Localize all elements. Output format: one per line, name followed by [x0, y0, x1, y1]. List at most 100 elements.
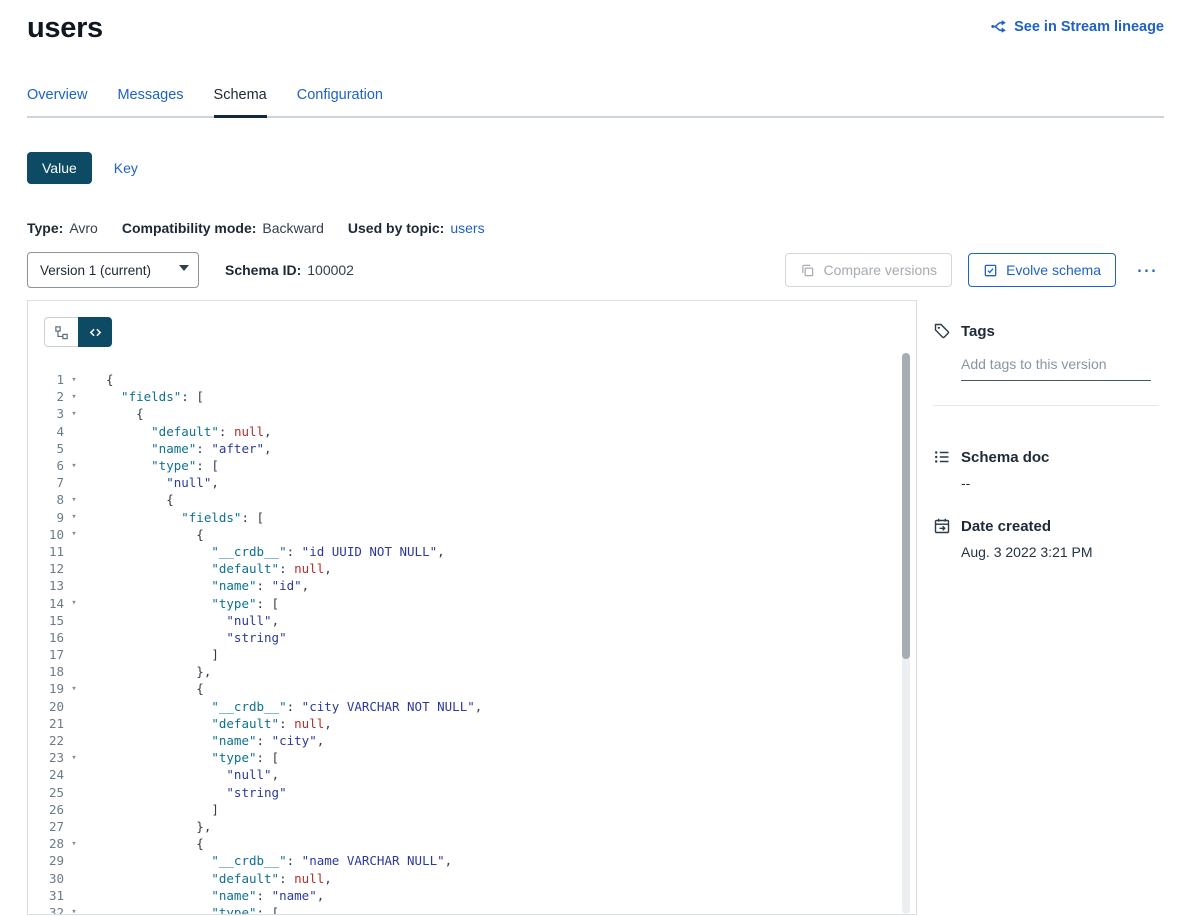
code-line: 13"name": "id",: [34, 577, 916, 594]
line-number: 10: [34, 527, 64, 542]
code-line: 21 "default": null,: [34, 715, 916, 732]
code-line: 25 "string": [34, 784, 916, 801]
line-number: 18: [34, 664, 64, 679]
version-select[interactable]: Version 1 (current): [27, 252, 199, 288]
type-group: Type:Avro: [27, 220, 98, 236]
line-content: "__crdb__": "name VARCHAR NULL",: [106, 853, 452, 868]
line-number: 27: [34, 819, 64, 834]
line-content: "name": "name",: [106, 888, 324, 903]
line-content: "null",: [106, 767, 279, 782]
code-line: 10▾ {: [34, 526, 916, 543]
code-line: 14▾"type": [: [34, 594, 916, 611]
line-number: 30: [34, 871, 64, 886]
fold-toggle-icon[interactable]: ▾: [64, 392, 84, 402]
value-toggle-button[interactable]: Value: [27, 152, 92, 184]
line-content: {: [106, 527, 204, 542]
evolve-schema-button[interactable]: Evolve schema: [968, 253, 1116, 287]
line-number: 15: [34, 613, 64, 628]
line-number: 5: [34, 441, 64, 456]
tag-icon: [933, 322, 951, 340]
stream-lineage-link[interactable]: See in Stream lineage: [990, 18, 1164, 35]
line-number: 3: [34, 406, 64, 421]
fold-toggle-icon[interactable]: ▾: [64, 907, 84, 915]
list-icon: [933, 448, 951, 466]
line-number: 25: [34, 785, 64, 800]
code-line: 27},: [34, 818, 916, 835]
tags-title: Tags: [961, 323, 995, 340]
tags-section-header: Tags: [933, 322, 1159, 340]
line-content: "default": null,: [106, 424, 272, 439]
key-toggle-button[interactable]: Key: [114, 160, 138, 176]
topic-link[interactable]: users: [450, 220, 484, 236]
code-line: 15"null",: [34, 612, 916, 629]
line-number: 20: [34, 699, 64, 714]
code-line: 11"__crdb__": "id UUID NOT NULL",: [34, 543, 916, 560]
version-bar: Version 1 (current) Schema ID: 100002 Com…: [27, 252, 1164, 288]
line-number: 23: [34, 750, 64, 765]
fold-toggle-icon[interactable]: ▾: [64, 375, 84, 385]
code-line: 4"default": null,: [34, 423, 916, 440]
fold-toggle-icon[interactable]: ▾: [64, 753, 84, 763]
fold-toggle-icon[interactable]: ▾: [64, 839, 84, 849]
line-content: "fields": [: [106, 389, 204, 404]
compare-versions-button[interactable]: Compare versions: [785, 253, 952, 287]
line-number: 14: [34, 596, 64, 611]
code-line: 29 "__crdb__": "name VARCHAR NULL",: [34, 852, 916, 869]
line-content: "__crdb__": "id UUID NOT NULL",: [106, 544, 445, 559]
line-content: "null",: [106, 475, 219, 490]
tab-overview[interactable]: Overview: [27, 87, 87, 116]
tab-messages[interactable]: Messages: [117, 87, 183, 116]
tree-view-button[interactable]: [44, 317, 78, 347]
fold-toggle-icon[interactable]: ▾: [64, 409, 84, 419]
line-content: ]: [106, 802, 219, 817]
code-line: 12"default": null,: [34, 560, 916, 577]
code-line: 32▾ "type": [: [34, 904, 916, 915]
schema-meta-row: Type:Avro Compatibility mode:Backward Us…: [27, 220, 1164, 236]
code-line: 23▾"type": [: [34, 749, 916, 766]
line-number: 29: [34, 853, 64, 868]
evolve-icon: [983, 263, 998, 278]
date-created-title: Date created: [961, 518, 1051, 535]
calendar-icon: [933, 517, 951, 535]
page-header: users See in Stream lineage: [27, 0, 1164, 45]
line-number: 17: [34, 647, 64, 662]
scrollbar-thumb[interactable]: [902, 353, 910, 659]
code-view-icon: [88, 325, 103, 340]
line-content: "default": null,: [106, 716, 332, 731]
add-tags-input[interactable]: [961, 352, 1151, 381]
code-line: 8▾{: [34, 491, 916, 508]
tab-configuration[interactable]: Configuration: [297, 87, 383, 116]
tab-schema[interactable]: Schema: [214, 87, 267, 116]
line-number: 32: [34, 905, 64, 915]
stream-lineage-label: See in Stream lineage: [1014, 19, 1164, 35]
fold-toggle-icon[interactable]: ▾: [64, 461, 84, 471]
line-number: 21: [34, 716, 64, 731]
schema-id-label: Schema ID:: [225, 262, 301, 278]
schema-doc-section: Schema doc --: [933, 448, 1159, 491]
code-line: 20"__crdb__": "city VARCHAR NOT NULL",: [34, 698, 916, 715]
code-line: 5"name": "after",: [34, 440, 916, 457]
code-line: 7"null",: [34, 474, 916, 491]
fold-toggle-icon[interactable]: ▾: [64, 598, 84, 608]
date-created-header: Date created: [933, 517, 1159, 535]
schema-id-value: 100002: [307, 262, 354, 278]
code-line: 2▾"fields": [: [34, 388, 916, 405]
fold-toggle-icon[interactable]: ▾: [64, 684, 84, 694]
line-number: 12: [34, 561, 64, 576]
line-content: "type": [: [106, 905, 279, 915]
line-number: 13: [34, 578, 64, 593]
code-view-button[interactable]: [78, 317, 112, 347]
fold-toggle-icon[interactable]: ▾: [64, 512, 84, 522]
code-line: 22"name": "city",: [34, 732, 916, 749]
fold-toggle-icon[interactable]: ▾: [64, 529, 84, 539]
more-options-button[interactable]: ⋯: [1130, 258, 1164, 283]
line-content: "string": [106, 785, 287, 800]
code-line: 18},: [34, 663, 916, 680]
code-line: 31"name": "name",: [34, 887, 916, 904]
fold-toggle-icon[interactable]: ▾: [64, 495, 84, 505]
line-content: "name": "city",: [106, 733, 324, 748]
line-content: "string": [106, 630, 287, 645]
line-content: "fields": [: [106, 510, 264, 525]
scrollbar-track: [902, 353, 910, 914]
compatibility-value: Backward: [262, 220, 323, 236]
